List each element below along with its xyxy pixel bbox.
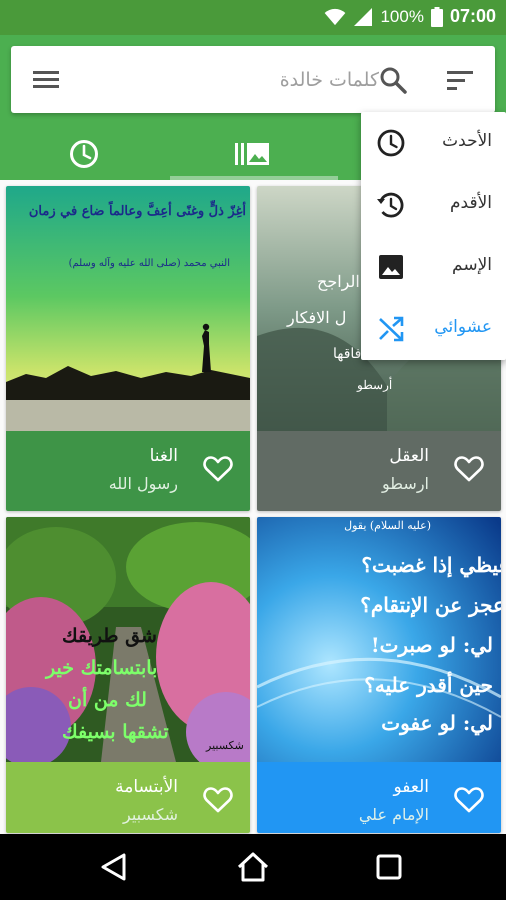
shuffle-icon [379, 316, 404, 342]
signal-icon [354, 7, 373, 26]
card-title: الغنا [149, 446, 178, 466]
quote-line: لي: لو عفوت [381, 711, 493, 735]
quote-line: الراجح [317, 272, 360, 291]
quote-line: النبي محمد (صلى الله عليه وآله وسلم) [68, 258, 230, 269]
clock-icon [377, 129, 405, 157]
battery-percent: 100% [380, 6, 424, 26]
menu-item-oldest[interactable]: الأقدم [361, 174, 506, 236]
quote-line: لك من أن [68, 689, 147, 711]
search-bar [11, 46, 495, 113]
menu-item-random[interactable]: عشوائي [361, 298, 506, 360]
quote-line: ل الافكار [287, 308, 347, 327]
sort-icon[interactable] [447, 68, 475, 92]
card-quote-4[interactable]: (عليه السلام) يقول غيظي إذا غضبت؟ عجز عن… [257, 517, 501, 833]
search-icon[interactable] [379, 66, 407, 94]
card-footer: العقل ارسطو [257, 431, 501, 511]
clock-time: 07:00 [449, 6, 496, 26]
card-footer: الأبتسامة شكسبير [6, 762, 250, 833]
heart-icon[interactable] [202, 784, 234, 816]
quote-line: تشقها بسيفك [62, 721, 169, 743]
quote-line: أرسطو [357, 378, 393, 392]
tab-active-underline [170, 176, 338, 180]
navigation-bar [0, 834, 506, 900]
status-bar: 100% 07:00 [0, 0, 506, 35]
heart-icon[interactable] [453, 453, 485, 485]
menu-item-label: الأحدث [442, 131, 492, 151]
quote-line: لي: لو صبرت! [370, 633, 493, 657]
card-quote-3[interactable]: شق طريقك بابتسامتك خير لك من أن تشقها بس… [6, 517, 250, 833]
sort-menu: الأحدث الأقدم الإسم عشوائي [361, 112, 506, 360]
quote-line: شق طريقك [62, 625, 157, 647]
card-title: العقل [389, 446, 429, 466]
card-author: رسول الله [108, 474, 178, 493]
card-title: الأبتسامة [115, 777, 178, 797]
card-image: شق طريقك بابتسامتك خير لك من أن تشقها بس… [6, 517, 250, 762]
heart-icon[interactable] [202, 453, 234, 485]
quote-line: غيظي إذا غضبت؟ [361, 553, 501, 577]
quote-line: (عليه السلام) يقول [344, 519, 431, 532]
image-icon [379, 255, 403, 279]
history-icon [377, 192, 404, 218]
card-author: الإمام علي [358, 805, 429, 824]
tab-gallery[interactable] [168, 128, 336, 180]
menu-icon[interactable] [33, 67, 59, 91]
card-author: شكسبير [123, 805, 178, 824]
menu-item-newest[interactable]: الأحدث [361, 112, 506, 174]
clock-icon [70, 140, 98, 168]
menu-item-label: الإسم [452, 255, 492, 275]
search-input[interactable] [83, 46, 379, 113]
quote-line: بابتسامتك خير [46, 657, 158, 679]
home-icon[interactable] [233, 847, 273, 887]
card-image: أغِزّ ذلٍّ وغنًى أعِفَّ وعالماً ضاع في ز… [6, 186, 250, 431]
card-footer: العفو الإمام علي [257, 762, 501, 833]
quote-line: شكسبير [206, 739, 244, 752]
card-title: العفو [393, 777, 430, 797]
battery-icon [430, 6, 443, 27]
sunset-image [6, 186, 250, 431]
heart-icon[interactable] [453, 784, 485, 816]
menu-item-label: عشوائي [434, 317, 492, 337]
recents-icon[interactable] [369, 847, 409, 887]
quote-line: حين أقدر عليه؟ [364, 673, 493, 697]
quote-line: عجز عن الإنتقام؟ [360, 593, 501, 617]
card-image: (عليه السلام) يقول غيظي إذا غضبت؟ عجز عن… [257, 517, 501, 762]
menu-item-name[interactable]: الإسم [361, 236, 506, 298]
back-icon[interactable] [94, 847, 134, 887]
tab-recent[interactable] [0, 128, 168, 180]
card-author: ارسطو [382, 474, 429, 493]
card-quote-1[interactable]: أغِزّ ذلٍّ وغنًى أعِفَّ وعالماً ضاع في ز… [6, 186, 250, 511]
quote-line: فاقها [333, 346, 362, 362]
menu-item-label: الأقدم [450, 193, 492, 213]
quote-line: أغِزّ ذلٍّ وغنًى أعِفَّ وعالماً ضاع في ز… [28, 204, 246, 219]
card-footer: الغنا رسول الله [6, 431, 250, 511]
wifi-icon [325, 8, 346, 25]
